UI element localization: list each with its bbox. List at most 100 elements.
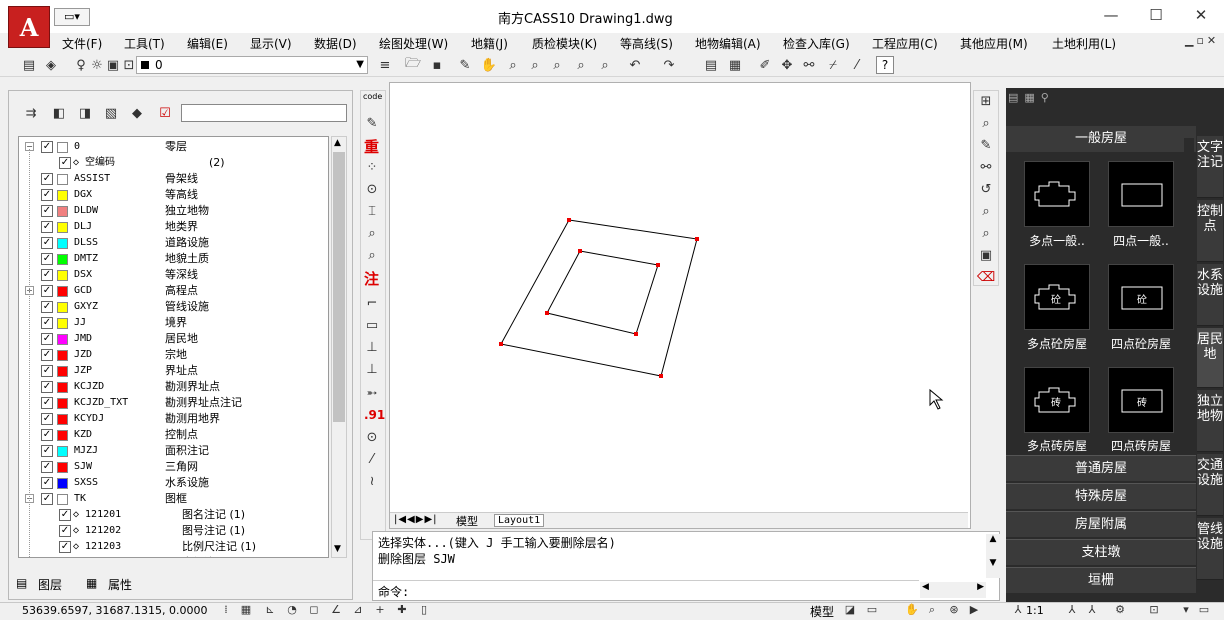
layer-row[interactable]: ✓ ◇ 空编码 (2): [19, 155, 328, 171]
layer-row[interactable]: ✓◇ 121204 密级注记 (1): [19, 555, 328, 557]
pan-status-icon[interactable]: ✋: [904, 603, 920, 617]
save-icon[interactable]: ▪: [428, 56, 446, 74]
annotation-scale-icon[interactable]: ⅄: [1010, 603, 1026, 617]
design-center-icon[interactable]: ▦: [726, 56, 744, 74]
side-tab-water[interactable]: 水系设施: [1197, 264, 1223, 326]
command-hscrollbar[interactable]: ◀ ▶: [920, 582, 986, 598]
osnap-icon[interactable]: ◻: [306, 603, 322, 617]
zoom-out-icon[interactable]: ⌕: [977, 202, 995, 220]
clean-screen-icon[interactable]: ▭: [1196, 603, 1212, 617]
layer-row[interactable]: ✓ ◇ 121203 比例尺注记 (1): [19, 539, 328, 555]
layer-row[interactable]: ✓ DLJ 地类界: [19, 219, 328, 235]
status-menu-icon[interactable]: ▾: [1178, 603, 1194, 617]
linetype-icon[interactable]: ≡: [376, 56, 394, 74]
new-layer-icon[interactable]: ⇉: [22, 104, 40, 122]
query-icon[interactable]: ⌕: [363, 224, 381, 242]
ortho-icon[interactable]: ⊾: [262, 603, 278, 617]
layer-color-swatch[interactable]: [57, 190, 68, 201]
node-icon[interactable]: ⚯: [977, 158, 995, 176]
zoom-prev-icon[interactable]: ⌕: [572, 56, 590, 74]
layer-copy-icon[interactable]: ▧: [102, 104, 120, 122]
layer-visibility-checkbox[interactable]: ✓: [41, 413, 53, 425]
layer-row[interactable]: ✓ JZP 界址点: [19, 363, 328, 379]
viewports-icon[interactable]: ▭: [864, 603, 880, 617]
side-tab-feature[interactable]: 独立地物: [1197, 390, 1223, 452]
layer-color-swatch[interactable]: [57, 334, 68, 345]
menu-edit[interactable]: 编辑(E): [187, 35, 228, 52]
menu-contour[interactable]: 等高线(S): [620, 35, 673, 52]
side-tab-residence[interactable]: 居民地: [1197, 328, 1223, 388]
layer-visibility-checkbox[interactable]: ✓: [41, 317, 53, 329]
side-tab-text[interactable]: 文字注记: [1197, 136, 1223, 198]
wave-icon[interactable]: ≀: [363, 472, 381, 490]
maximize-button[interactable]: ☐: [1141, 4, 1171, 26]
layer-color-swatch[interactable]: [57, 318, 68, 329]
scroll-up-icon[interactable]: ▲: [334, 138, 341, 148]
zoom-realtime-icon[interactable]: ⌕: [596, 56, 614, 74]
layer-row[interactable]: ✓ JZD 宗地: [19, 347, 328, 363]
zoom-window-icon[interactable]: ⌕: [526, 56, 544, 74]
tag-icon[interactable]: ✎: [363, 114, 381, 132]
quick-access-dropdown[interactable]: ▭▾: [54, 8, 90, 26]
arrow-icon[interactable]: ➵: [363, 384, 381, 402]
trim-icon[interactable]: ⁄: [848, 56, 866, 74]
zoom-in-icon[interactable]: ⌕: [977, 114, 995, 132]
layer-color-swatch[interactable]: [57, 494, 68, 505]
circle-icon[interactable]: ⊙: [363, 428, 381, 446]
layer-manager-icon[interactable]: ▤: [20, 56, 38, 74]
eraser-icon[interactable]: ✎: [456, 56, 474, 74]
layer-visibility-checkbox[interactable]: ✓: [59, 509, 71, 521]
layer-row[interactable]: ✓ KCJZD_TXT 勘测界址点注记: [19, 395, 328, 411]
tab-layers[interactable]: 图层: [38, 576, 62, 593]
layer-color-swatch[interactable]: [57, 254, 68, 265]
layer-row[interactable]: ✓ KCYDJ 勘测用地界: [19, 411, 328, 427]
zoom-extents-icon[interactable]: ⌕: [548, 56, 566, 74]
layer-visibility-checkbox[interactable]: ✓: [59, 157, 71, 169]
rectangle-icon[interactable]: ▭: [363, 316, 381, 334]
layer-color-swatch[interactable]: [57, 350, 68, 361]
side-tab-traffic[interactable]: 交通设施: [1197, 454, 1223, 516]
layer-visibility-checkbox[interactable]: ✓: [41, 253, 53, 265]
layer-current-icon[interactable]: ◨: [76, 104, 94, 122]
tab-model[interactable]: 模型: [456, 513, 478, 529]
snap-icon[interactable]: ⚯: [800, 56, 818, 74]
workspace-icon[interactable]: ⚙: [1112, 603, 1128, 617]
zoom-window2-icon[interactable]: ⌕: [977, 224, 995, 242]
minimize-button[interactable]: —: [1096, 4, 1126, 26]
capture-icon[interactable]: ⊙: [363, 180, 381, 198]
layer-color-swatch[interactable]: [57, 286, 68, 297]
model-space-toggle[interactable]: 模型: [810, 603, 834, 620]
properties-icon[interactable]: ▤: [702, 56, 720, 74]
menu-view[interactable]: 显示(V): [250, 35, 292, 52]
layer-visibility-checkbox[interactable]: ✓: [41, 445, 53, 457]
layer-color-swatch[interactable]: [57, 478, 68, 489]
layer-visibility-checkbox[interactable]: ✓: [41, 493, 53, 505]
symbol-thumbnail[interactable]: 砖: [1024, 367, 1090, 433]
steering-icon[interactable]: ⊛: [946, 603, 962, 617]
layer-color-icon[interactable]: ◆: [128, 104, 146, 122]
edit-icon[interactable]: ✎: [977, 136, 995, 154]
command-area[interactable]: 选择实体...(键入 J 手工输入要删除层名) 删除图层 SJW 命令:: [372, 531, 1000, 601]
category-item[interactable]: 普通房屋: [1006, 455, 1196, 481]
layer-row[interactable]: ✓ DGX 等高线: [19, 187, 328, 203]
layer-color-swatch[interactable]: [57, 398, 68, 409]
category-item[interactable]: 房屋附属: [1006, 511, 1196, 537]
showmotion-icon[interactable]: ▶: [966, 603, 982, 617]
symbol-thumbnail[interactable]: 砼: [1024, 264, 1090, 330]
inquiry-icon[interactable]: ⌕: [363, 246, 381, 264]
layer-visibility-checkbox[interactable]: ✓: [41, 221, 53, 233]
layer-row[interactable]: ✓ ASSIST 骨架线: [19, 171, 328, 187]
code-icon[interactable]: code: [363, 92, 382, 101]
layer-visibility-checkbox[interactable]: ✓: [41, 189, 53, 201]
side-tab-control[interactable]: 控制点: [1197, 200, 1223, 262]
layer-row[interactable]: ✓ JMD 居民地: [19, 331, 328, 347]
outer-polygon[interactable]: [500, 219, 698, 377]
menu-file[interactable]: 文件(F): [62, 35, 102, 52]
menu-check[interactable]: 检查入库(G): [783, 35, 850, 52]
layer-visibility-checkbox[interactable]: ✓: [41, 285, 53, 297]
close-button[interactable]: ✕: [1186, 4, 1216, 26]
layer-row[interactable]: ✓ DSX 等深线: [19, 267, 328, 283]
polyline-icon[interactable]: ⌐: [363, 294, 381, 312]
menu-data[interactable]: 数据(D): [314, 35, 357, 52]
undo-icon[interactable]: ↶: [626, 56, 644, 74]
